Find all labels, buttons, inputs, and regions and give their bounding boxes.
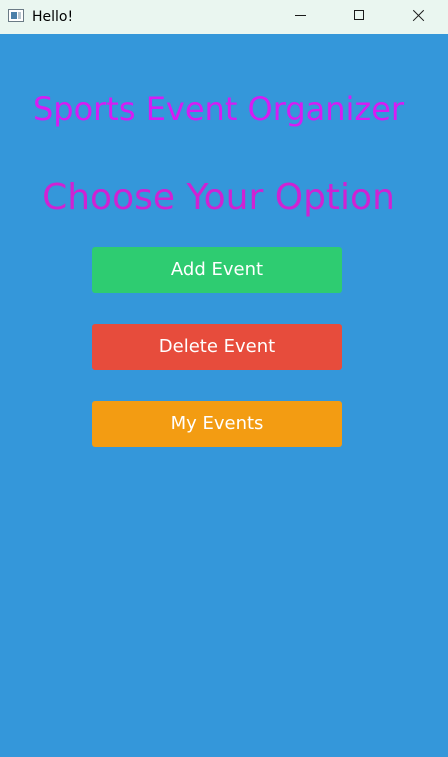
window-title: Hello! <box>32 9 74 25</box>
delete-event-button[interactable]: Delete Event <box>92 324 342 370</box>
maximize-icon <box>354 10 364 20</box>
app-window-icon <box>8 9 24 22</box>
my-events-button[interactable]: My Events <box>92 401 342 447</box>
title-bar[interactable]: Hello! <box>0 0 448 34</box>
add-event-button[interactable]: Add Event <box>92 247 342 293</box>
main-content: Sports Event Organizer Choose Your Optio… <box>0 34 448 757</box>
app-title: Sports Event Organizer <box>32 90 405 128</box>
minimize-button[interactable] <box>272 0 330 32</box>
app-window: Hello! Sports Event Organizer Choose You… <box>0 0 448 757</box>
close-icon <box>411 9 425 23</box>
choose-option-heading: Choose Your Option <box>42 177 395 218</box>
minimize-icon <box>295 15 306 16</box>
maximize-button[interactable] <box>330 0 388 32</box>
close-button[interactable] <box>389 0 447 32</box>
